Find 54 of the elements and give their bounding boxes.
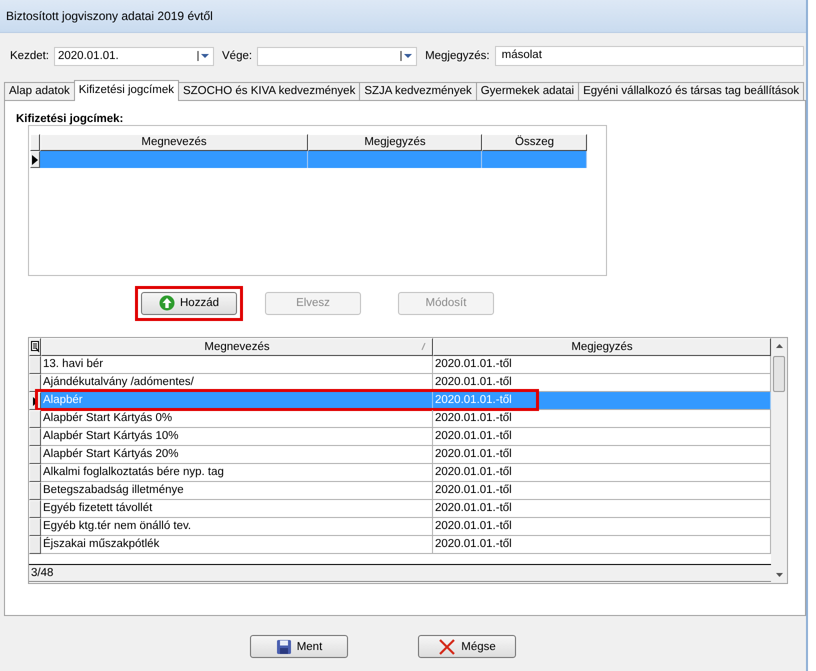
table-cell[interactable]: Alapbér Start Kártyás 10% xyxy=(41,428,433,446)
table-cell[interactable]: 2020.01.01.-től xyxy=(433,410,771,428)
dropdown-arrow-icon[interactable] xyxy=(400,51,414,61)
window-title: Biztosított jogviszony adatai 2019 évtől xyxy=(6,9,213,23)
current-row-icon xyxy=(32,154,38,164)
table-cell[interactable]: 2020.01.01.-től xyxy=(433,482,771,500)
table-cell[interactable]: 2020.01.01.-től xyxy=(433,518,771,536)
column-header[interactable]: Összeg xyxy=(482,134,587,151)
field-label: Megjegyzés: xyxy=(425,50,490,62)
vertical-scrollbar[interactable] xyxy=(771,338,787,583)
record-counter: 3/48 xyxy=(29,564,771,582)
close-icon xyxy=(438,638,456,656)
table-cell[interactable]: Egyéb ktg.tér nem önálló tev. xyxy=(41,518,433,536)
column-chooser-icon[interactable] xyxy=(30,341,40,353)
date-combo[interactable]: 2020.01.01. xyxy=(54,46,214,66)
tab[interactable]: Egyéni vállalkozó és társas tag beállítások xyxy=(578,82,804,100)
row-indicator xyxy=(29,446,41,464)
scroll-up-icon[interactable] xyxy=(776,344,782,348)
row-indicator xyxy=(29,536,41,554)
table-cell[interactable]: Éjszakai műszakpótlék xyxy=(41,536,433,554)
current-row-icon xyxy=(32,396,38,406)
scroll-thumb[interactable] xyxy=(773,356,785,392)
table-cell[interactable]: 13. havi bér xyxy=(41,356,433,374)
table-cell[interactable]: 2020.01.01.-től xyxy=(433,536,771,554)
table-cell[interactable]: Alapbér Start Kártyás 0% xyxy=(41,410,433,428)
column-header[interactable]: Megnevezés xyxy=(41,338,433,356)
table-cell[interactable]: Alapbér Start Kártyás 20% xyxy=(41,446,433,464)
table-cell[interactable]: 2020.01.01.-től xyxy=(433,428,771,446)
tab[interactable]: Alap adatok xyxy=(4,82,75,100)
table-cell[interactable]: 2020.01.01.-től xyxy=(433,464,771,482)
column-header[interactable]: Megjegyzés xyxy=(308,134,482,151)
row-indicator xyxy=(29,518,41,536)
table-cell[interactable]: 2020.01.01.-től xyxy=(433,446,771,464)
note-field[interactable]: másolat xyxy=(494,46,804,66)
group-title: Kifizetési jogcímek: xyxy=(15,112,124,125)
footer-button[interactable]: Ment xyxy=(250,635,348,658)
row-indicator xyxy=(29,482,41,500)
table-cell[interactable]: 2020.01.01.-től xyxy=(433,500,771,518)
column-header[interactable]: Megjegyzés xyxy=(433,338,771,356)
table-cell[interactable]: 2020.01.01.-től xyxy=(433,356,771,374)
row-indicator xyxy=(29,428,41,446)
row-indicator xyxy=(29,464,41,482)
column-header[interactable]: Megnevezés xyxy=(40,134,308,151)
table-cell[interactable]: Alkalmi foglalkoztatás bére nyp. tag xyxy=(41,464,433,482)
row-indicator xyxy=(29,500,41,518)
dropdown-arrow-icon[interactable] xyxy=(197,51,211,61)
tab[interactable]: Kifizetési jogcímek xyxy=(74,80,179,101)
field-label: Kezdet: xyxy=(10,50,49,62)
field-label: Vége: xyxy=(222,50,252,62)
footer-button[interactable]: Mégse xyxy=(418,635,516,658)
scroll-down-icon[interactable] xyxy=(776,573,782,577)
table-cell[interactable]: Egyéb fizetett távollét xyxy=(41,500,433,518)
table-cell[interactable]: Betegszabadság illetménye xyxy=(41,482,433,500)
action-button[interactable]: Hozzád xyxy=(141,292,237,314)
